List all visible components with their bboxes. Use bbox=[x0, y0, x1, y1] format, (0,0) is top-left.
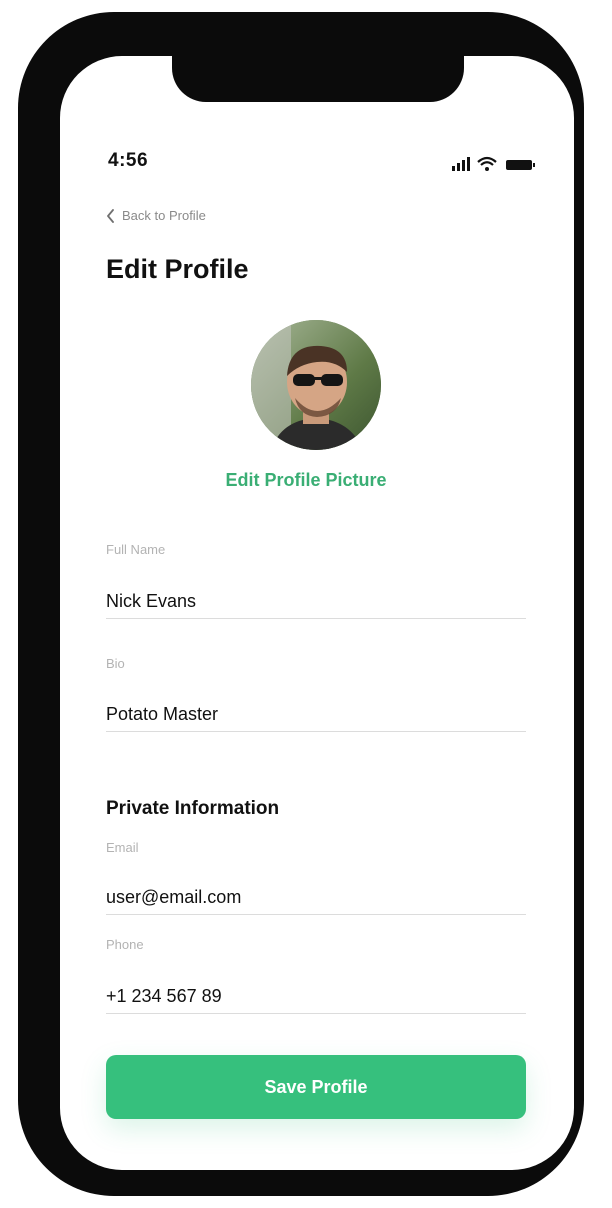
phone-notch bbox=[172, 12, 464, 102]
phone-label: Phone bbox=[106, 937, 144, 952]
bio-field[interactable] bbox=[106, 697, 526, 732]
page-title: Edit Profile bbox=[106, 254, 249, 284]
status-icons bbox=[450, 154, 540, 174]
email-label: Email bbox=[106, 840, 139, 855]
signal-icon bbox=[452, 157, 470, 171]
private-information-heading: Private Information bbox=[106, 798, 280, 819]
save-profile-button[interactable]: Save Profile bbox=[106, 1055, 526, 1119]
avatar bbox=[251, 320, 381, 450]
chevron-left-icon bbox=[106, 208, 116, 223]
email-field[interactable] bbox=[106, 880, 526, 915]
back-link-label: Back to Profile bbox=[122, 208, 206, 223]
edit-profile-picture-link[interactable]: Edit Profile Picture bbox=[0, 470, 612, 491]
bio-label: Bio bbox=[106, 656, 125, 671]
full-name-label: Full Name bbox=[106, 542, 166, 557]
phone-field[interactable] bbox=[106, 979, 526, 1014]
wifi-icon bbox=[477, 156, 497, 171]
full-name-field[interactable] bbox=[106, 584, 526, 619]
status-time: 4:56 bbox=[108, 150, 149, 171]
back-to-profile-link[interactable]: Back to Profile bbox=[106, 208, 206, 223]
battery-icon bbox=[506, 160, 535, 170]
